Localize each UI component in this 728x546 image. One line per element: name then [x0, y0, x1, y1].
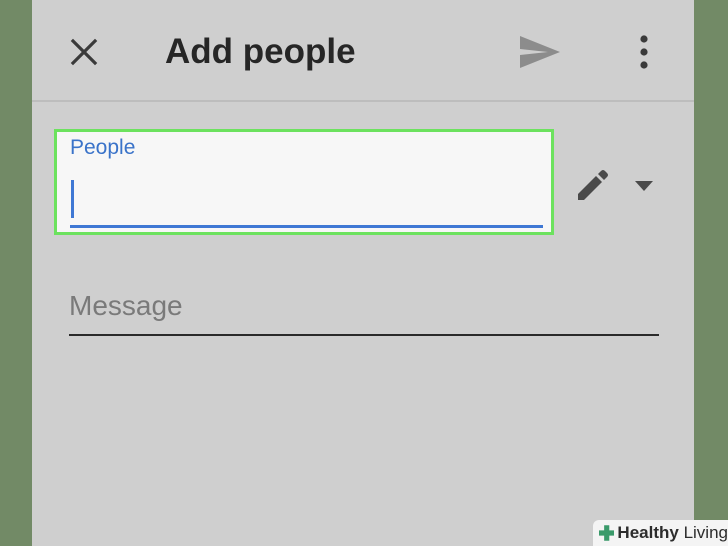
people-input[interactable]: People	[54, 129, 554, 235]
watermark-badge: Healthy Living	[593, 520, 728, 546]
close-icon	[70, 38, 98, 66]
send-icon	[520, 36, 560, 68]
watermark-text: Healthy Living	[617, 523, 728, 543]
send-button[interactable]	[512, 28, 568, 76]
edit-permission-button[interactable]	[570, 164, 614, 208]
close-button[interactable]	[60, 30, 108, 74]
text-cursor	[71, 180, 74, 218]
people-input-underline	[70, 225, 543, 228]
message-placeholder: Message	[69, 290, 183, 321]
caret-down-icon	[635, 181, 653, 191]
message-input[interactable]: Message	[69, 282, 659, 336]
app-bar: Add people	[32, 0, 694, 102]
permission-dropdown-button[interactable]	[630, 172, 658, 200]
pencil-icon	[578, 170, 608, 200]
more-vert-icon	[640, 35, 648, 69]
app-screen: Add people People Message	[32, 0, 694, 546]
people-label: People	[70, 136, 136, 159]
more-options-button[interactable]	[626, 28, 662, 76]
page-title: Add people	[165, 32, 356, 71]
health-cross-icon	[599, 525, 615, 541]
watermark-suffix: Living	[683, 523, 728, 542]
watermark-brand: Healthy	[617, 523, 679, 542]
